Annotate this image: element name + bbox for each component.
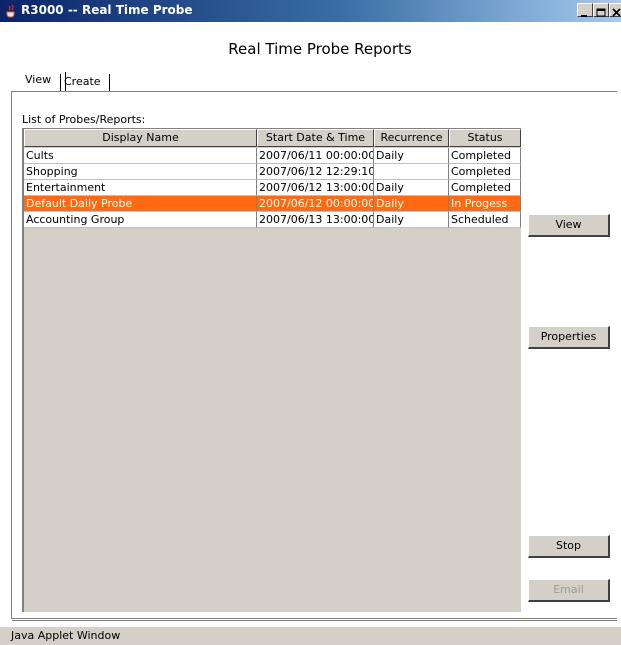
cell-recurrence [374, 164, 449, 180]
cell-start: 2007/06/11 00:00:00 [257, 148, 374, 164]
window-edge [617, 22, 621, 627]
table-row[interactable]: Entertainment 2007/06/12 13:00:00 Daily … [24, 180, 521, 196]
cell-display-name: Shopping [24, 164, 257, 180]
tab-create[interactable]: Create [60, 74, 110, 92]
column-header-status[interactable]: Status [449, 129, 521, 147]
cell-display-name: Default Daily Probe [24, 196, 257, 212]
cell-recurrence: Daily [374, 212, 449, 228]
column-header-start[interactable]: Start Date & Time [257, 129, 374, 147]
cell-display-name: Cults [24, 148, 257, 164]
cell-status: Completed [449, 180, 521, 196]
cell-status: Scheduled [449, 212, 521, 228]
view-button[interactable]: View [528, 214, 610, 237]
close-button[interactable] [609, 3, 621, 17]
minimize-button[interactable] [577, 3, 593, 17]
list-label: List of Probes/Reports: [22, 113, 146, 126]
page-title: Real Time Probe Reports [228, 40, 412, 58]
java-cup-icon [6, 4, 15, 18]
table-row[interactable]: Shopping 2007/06/12 12:29:10 Completed [24, 164, 521, 180]
cell-recurrence: Daily [374, 180, 449, 196]
email-button[interactable]: Email [528, 579, 610, 602]
cell-display-name: Entertainment [24, 180, 257, 196]
cell-start: 2007/06/12 00:00:00 [257, 196, 374, 212]
tab-view[interactable]: View [22, 72, 66, 92]
table-row[interactable]: Accounting Group 2007/06/13 13:00:00 Dai… [24, 212, 521, 228]
cell-recurrence: Daily [374, 148, 449, 164]
maximize-icon [596, 8, 606, 17]
cell-status: In Progess [449, 196, 521, 212]
minimize-icon [581, 15, 587, 17]
properties-button[interactable]: Properties [528, 326, 610, 349]
table-row[interactable]: Cults 2007/06/11 00:00:00 Daily Complete… [24, 148, 521, 164]
table-header: Display Name Start Date & Time Recurrenc… [24, 129, 521, 147]
stop-button[interactable]: Stop [528, 535, 610, 558]
cell-start: 2007/06/12 13:00:00 [257, 180, 374, 196]
cell-start: 2007/06/13 13:00:00 [257, 212, 374, 228]
maximize-button[interactable] [593, 3, 609, 17]
status-bar: Java Applet Window [0, 627, 621, 645]
close-icon [612, 8, 621, 17]
column-header-recurrence[interactable]: Recurrence [374, 129, 449, 147]
window-titlebar: R3000 -- Real Time Probe [0, 0, 621, 22]
table-row-selected[interactable]: Default Daily Probe 2007/06/12 00:00:00 … [24, 196, 521, 212]
cell-display-name: Accounting Group [24, 212, 257, 228]
cell-status: Completed [449, 164, 521, 180]
cell-status: Completed [449, 148, 521, 164]
cell-start: 2007/06/12 12:29:10 [257, 164, 374, 180]
cell-recurrence: Daily [374, 196, 449, 212]
window-title: R3000 -- Real Time Probe [21, 3, 193, 17]
column-header-display-name[interactable]: Display Name [24, 129, 257, 147]
